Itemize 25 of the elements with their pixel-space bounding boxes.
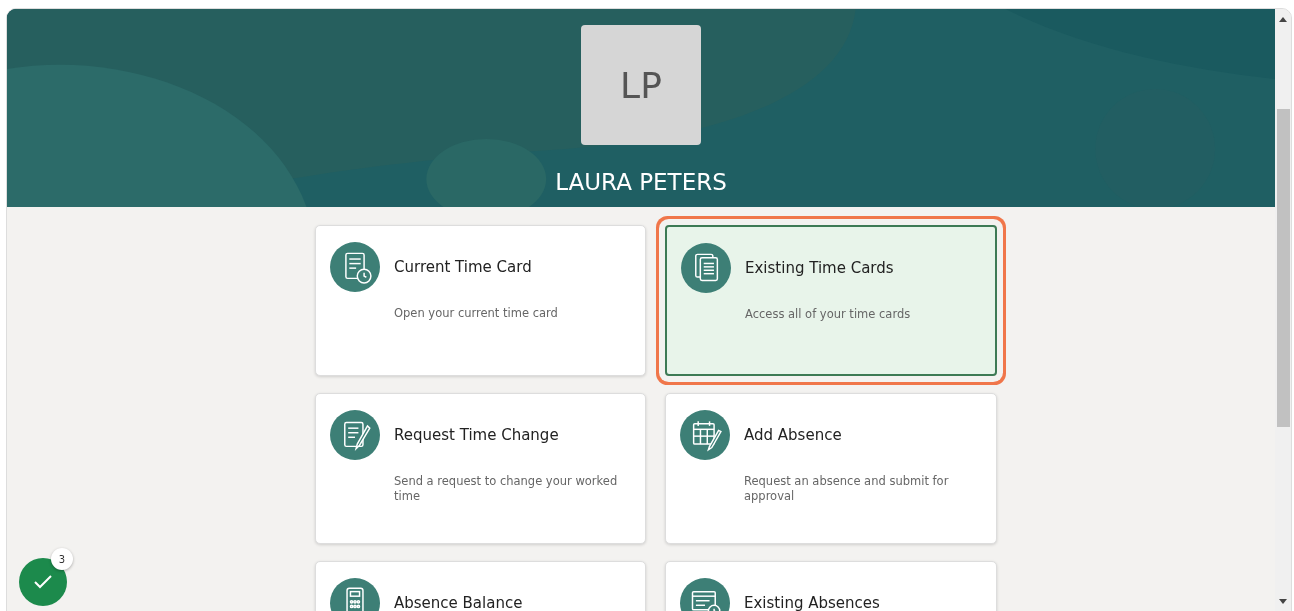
card-title: Request Time Change	[394, 426, 560, 444]
card-title: Current Time Card	[394, 258, 533, 276]
time-card-icon	[330, 242, 380, 292]
user-name: LAURA PETERS	[555, 169, 727, 195]
stack-icon	[681, 243, 731, 293]
card-description: Request an absence and submit for approval	[744, 474, 950, 504]
scroll-up-icon[interactable]	[1278, 15, 1288, 23]
edit-icon	[330, 410, 380, 460]
card-description: Open your current time card	[394, 306, 559, 321]
check-icon	[33, 574, 53, 590]
menu-card[interactable]: Existing Absences	[665, 561, 997, 611]
avatar: LP	[581, 25, 701, 145]
menu-card[interactable]: Current Time Card Open your current time card	[315, 225, 646, 376]
calendar-icon	[680, 410, 730, 460]
menu-card[interactable]: Absence Balance	[315, 561, 646, 611]
scroll-down-icon[interactable]	[1278, 598, 1288, 606]
card-description: Send a request to change your worked time	[394, 474, 619, 504]
card-title: Existing Absences	[744, 594, 881, 611]
card-title: Existing Time Cards	[745, 259, 895, 277]
card-title: Add Absence	[744, 426, 843, 444]
card-title: Absence Balance	[394, 594, 524, 611]
menu-card[interactable]: Add Absence Request an absence and submit for approval	[665, 393, 997, 544]
card-description: Access all of your time cards	[745, 307, 912, 322]
count-badge: 3	[51, 548, 73, 570]
menu-card[interactable]: Request Time Change Send a request to change your worked time	[315, 393, 646, 544]
